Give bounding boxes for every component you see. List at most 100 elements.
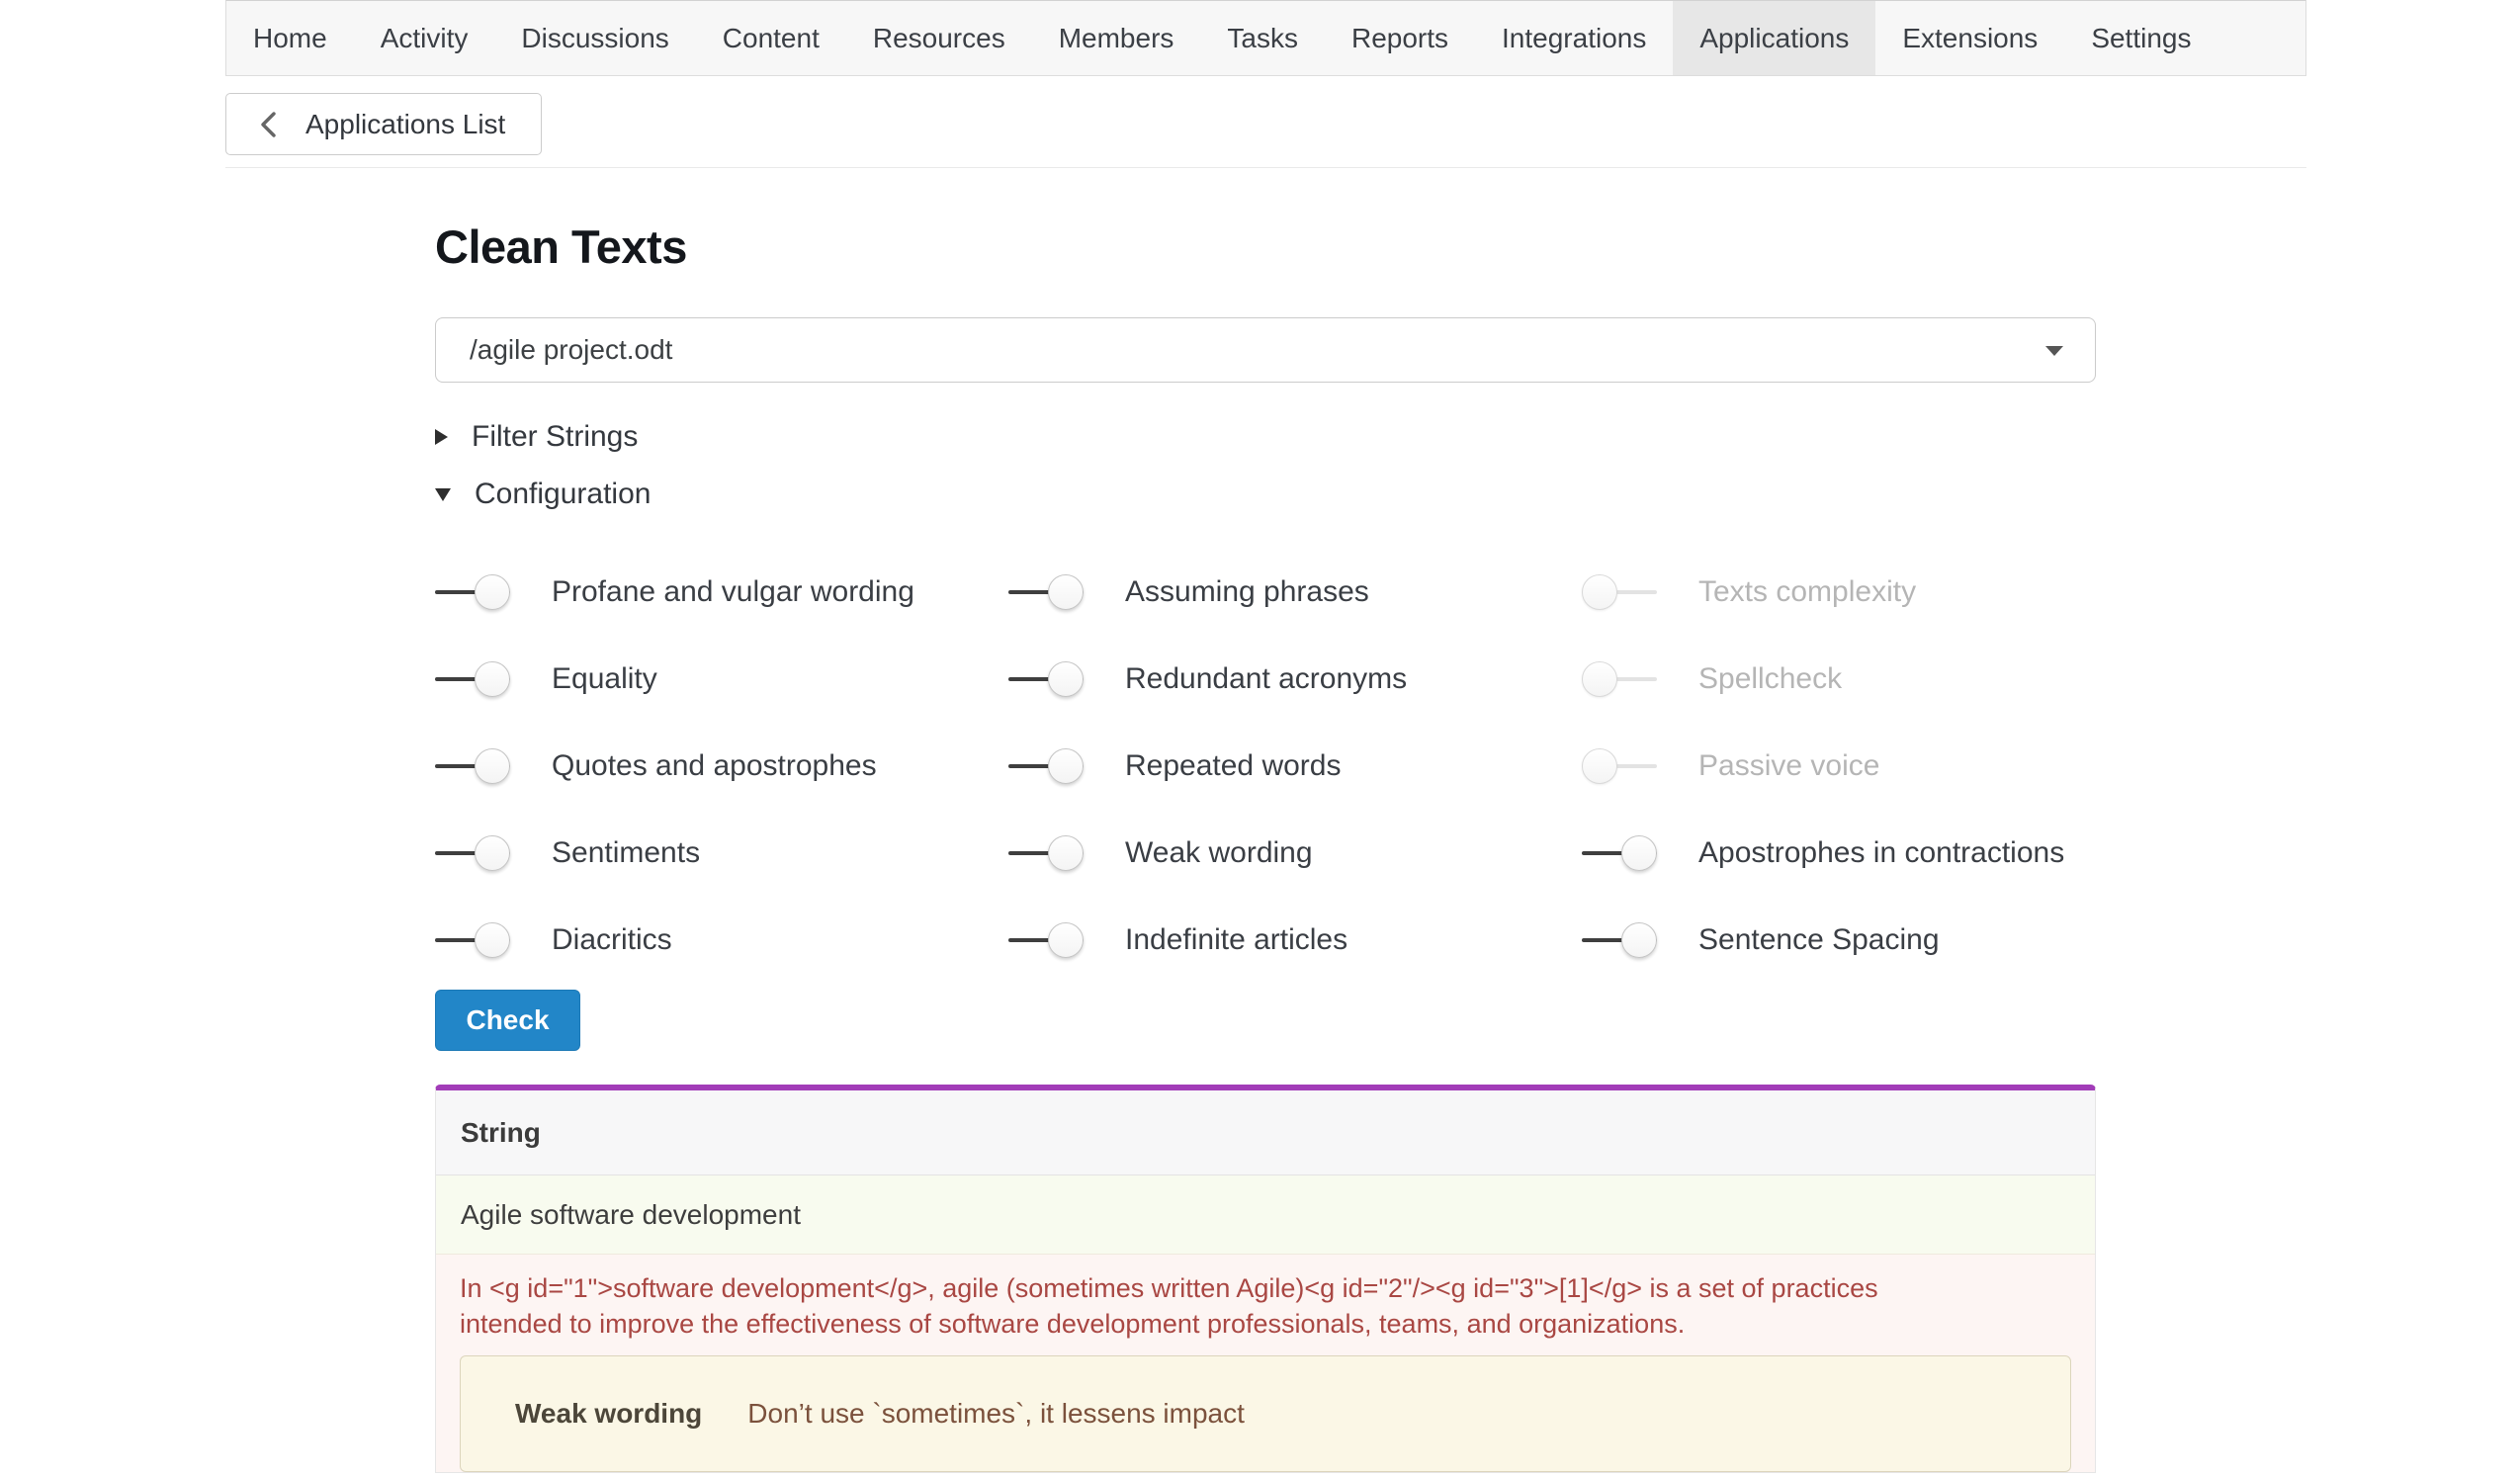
nav-item-settings[interactable]: Settings: [2064, 1, 2217, 75]
app-container: HomeActivityDiscussionsContentResourcesM…: [225, 0, 2306, 1473]
string-detail-row: In <g id="1">software development</g>, a…: [436, 1255, 2095, 1472]
toggle-switch[interactable]: [1008, 921, 1084, 959]
switch-knob-icon: [1621, 835, 1657, 871]
toggle-switch[interactable]: [1008, 660, 1084, 698]
divider: [225, 167, 2306, 168]
toggle-item-sentiments: Sentiments: [435, 810, 1008, 897]
switch-knob-icon: [1048, 922, 1084, 958]
toggle-label: Redundant acronyms: [1125, 662, 1407, 696]
switch-knob-icon: [1582, 748, 1617, 784]
nav-item-resources[interactable]: Resources: [846, 1, 1032, 75]
nav-item-activity[interactable]: Activity: [354, 1, 495, 75]
back-button-label: Applications List: [305, 109, 505, 140]
toggle-label: Weak wording: [1125, 836, 1313, 870]
configuration-toggle-grid: Profane and vulgar wording Assuming phra…: [435, 549, 2096, 984]
toggle-switch[interactable]: [1008, 834, 1084, 872]
toggle-switch[interactable]: [1582, 573, 1657, 611]
string-result-row[interactable]: Agile software development: [436, 1175, 2095, 1255]
toggle-item-repeated-words: Repeated words: [1008, 723, 1582, 810]
switch-knob-icon: [1048, 835, 1084, 871]
toggle-switch[interactable]: [1582, 834, 1657, 872]
nav-item-content[interactable]: Content: [696, 1, 846, 75]
toggle-item-diacritics: Diacritics: [435, 897, 1008, 984]
switch-knob-icon: [475, 835, 510, 871]
file-select-dropdown[interactable]: /agile project.odt: [435, 317, 2096, 383]
toggle-switch[interactable]: [1008, 747, 1084, 785]
toggle-label: Passive voice: [1698, 749, 1879, 783]
switch-knob-icon: [475, 922, 510, 958]
results-table: String Agile software development In <g …: [435, 1085, 2096, 1473]
toggle-item-profane-and-vulgar-wording: Profane and vulgar wording: [435, 549, 1008, 636]
configuration-label: Configuration: [475, 478, 651, 511]
toggle-item-redundant-acronyms: Redundant acronyms: [1008, 636, 1582, 723]
nav-item-tasks[interactable]: Tasks: [1200, 1, 1325, 75]
switch-knob-icon: [1621, 922, 1657, 958]
switch-knob-icon: [1582, 661, 1617, 697]
switch-knob-icon: [1048, 574, 1084, 610]
toggle-switch[interactable]: [1008, 573, 1084, 611]
nav-item-reports[interactable]: Reports: [1325, 1, 1475, 75]
toggle-item-equality: Equality: [435, 636, 1008, 723]
toggle-label: Indefinite articles: [1125, 923, 1347, 957]
filter-strings-section-toggle[interactable]: Filter Strings: [435, 421, 2096, 453]
toggle-switch[interactable]: [435, 573, 510, 611]
switch-knob-icon: [475, 748, 510, 784]
toggle-switch[interactable]: [1582, 921, 1657, 959]
switch-knob-icon: [1582, 574, 1617, 610]
toggle-item-weak-wording: Weak wording: [1008, 810, 1582, 897]
configuration-section-toggle[interactable]: Configuration: [435, 478, 2096, 510]
toggle-label: Repeated words: [1125, 749, 1341, 783]
toggle-item-quotes-and-apostrophes: Quotes and apostrophes: [435, 723, 1008, 810]
toggle-label: Diacritics: [552, 923, 672, 957]
toggle-item-indefinite-articles: Indefinite articles: [1008, 897, 1582, 984]
toggle-item-passive-voice: Passive voice: [1582, 723, 2096, 810]
toggle-label: Equality: [552, 662, 657, 696]
issue-type-label: Weak wording: [515, 1398, 702, 1430]
toggle-label: Spellcheck: [1698, 662, 1842, 696]
applications-list-back-button[interactable]: Applications List: [225, 93, 542, 155]
toggle-item-texts-complexity: Texts complexity: [1582, 549, 2096, 636]
chevron-left-icon: [256, 108, 282, 141]
triangle-down-icon: [435, 488, 451, 501]
page-title: Clean Texts: [435, 219, 2096, 275]
switch-knob-icon: [1048, 748, 1084, 784]
filter-strings-label: Filter Strings: [472, 420, 638, 454]
nav-item-discussions[interactable]: Discussions: [494, 1, 695, 75]
toggle-item-sentence-spacing: Sentence Spacing: [1582, 897, 2096, 984]
nav-item-members[interactable]: Members: [1032, 1, 1201, 75]
toggle-switch[interactable]: [435, 921, 510, 959]
check-button[interactable]: Check: [435, 990, 580, 1051]
back-row: Applications List: [225, 93, 2306, 155]
switch-knob-icon: [475, 574, 510, 610]
switch-knob-icon: [1048, 661, 1084, 697]
switch-knob-icon: [475, 661, 510, 697]
main-content: Clean Texts /agile project.odt Filter St…: [435, 219, 2096, 1473]
issue-detail-box: Weak wording Don’t use `sometimes`, it l…: [460, 1355, 2071, 1472]
toggle-label: Sentence Spacing: [1698, 923, 1940, 957]
toggle-switch[interactable]: [435, 834, 510, 872]
results-header-string: String: [436, 1090, 2095, 1175]
toggle-switch[interactable]: [435, 747, 510, 785]
toggle-switch[interactable]: [1582, 660, 1657, 698]
file-select-value: /agile project.odt: [470, 334, 672, 366]
issue-message: Don’t use `sometimes`, it lessens impact: [747, 1398, 1245, 1430]
toggle-label: Profane and vulgar wording: [552, 575, 914, 609]
nav-item-home[interactable]: Home: [226, 1, 354, 75]
toggle-label: Assuming phrases: [1125, 575, 1369, 609]
triangle-right-icon: [435, 429, 448, 445]
chevron-down-icon: [2045, 346, 2063, 356]
toggle-switch[interactable]: [1582, 747, 1657, 785]
toggle-item-apostrophes-in-contractions: Apostrophes in contractions: [1582, 810, 2096, 897]
toggle-label: Sentiments: [552, 836, 700, 870]
toggle-item-spellcheck: Spellcheck: [1582, 636, 2096, 723]
nav-item-applications[interactable]: Applications: [1673, 1, 1875, 75]
top-nav: HomeActivityDiscussionsContentResourcesM…: [225, 0, 2306, 76]
issue-markup-text: In <g id="1">software development</g>, a…: [460, 1270, 1903, 1342]
toggle-label: Texts complexity: [1698, 575, 1916, 609]
nav-item-extensions[interactable]: Extensions: [1875, 1, 2064, 75]
toggle-label: Quotes and apostrophes: [552, 749, 877, 783]
toggle-item-assuming-phrases: Assuming phrases: [1008, 549, 1582, 636]
toggle-switch[interactable]: [435, 660, 510, 698]
toggle-label: Apostrophes in contractions: [1698, 836, 2064, 870]
nav-item-integrations[interactable]: Integrations: [1475, 1, 1673, 75]
